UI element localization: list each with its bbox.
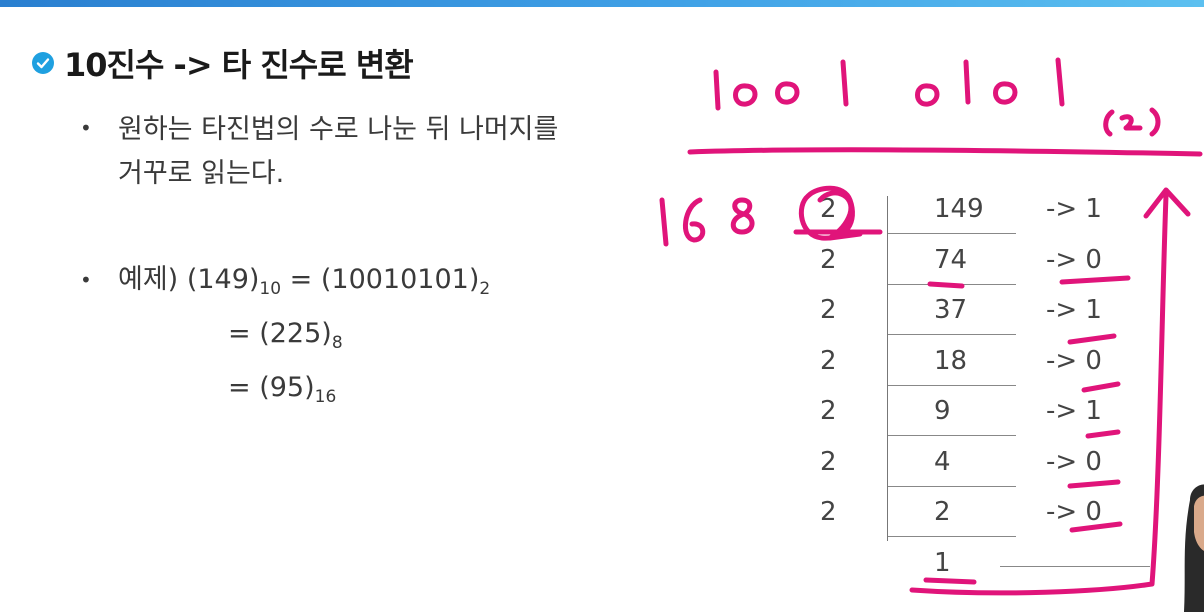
ink-result-base xyxy=(1103,107,1161,137)
ink-result-underline xyxy=(687,147,1203,157)
ink-result-digits xyxy=(713,57,1065,111)
presenter-figure xyxy=(1184,484,1204,612)
ink-read-arrow xyxy=(909,187,1191,596)
ink-side-note xyxy=(659,197,755,247)
handwriting-layer xyxy=(659,57,1203,596)
